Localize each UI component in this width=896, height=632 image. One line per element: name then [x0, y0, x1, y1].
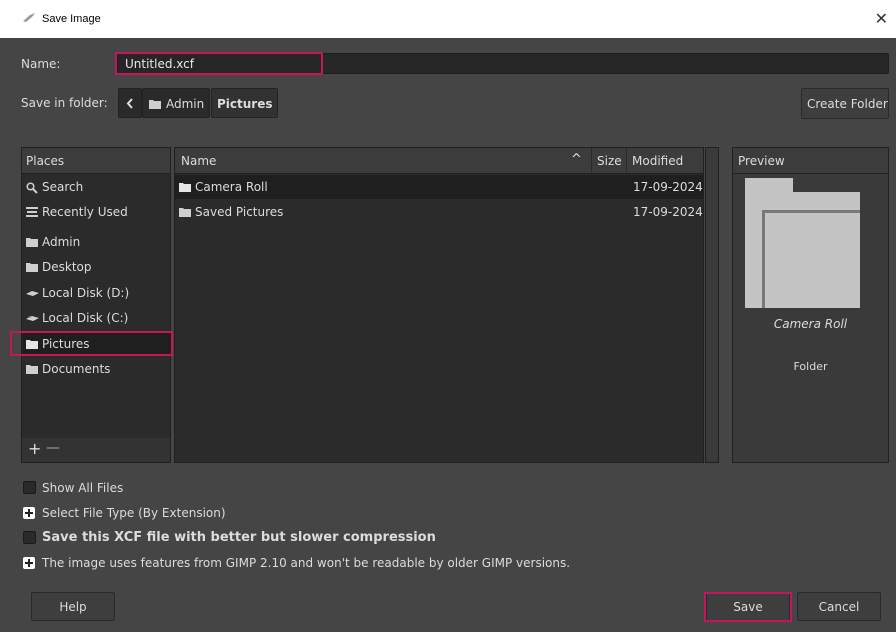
help-button[interactable]: Help [31, 592, 115, 621]
preview-header-label: Preview [738, 154, 785, 168]
folder-icon [179, 183, 191, 192]
compat-info-expander[interactable] [23, 557, 35, 569]
large-folder-icon [745, 178, 860, 308]
places-item-local-disk-c[interactable]: Local Disk (C:) [22, 306, 170, 330]
places-item-label: Local Disk (C:) [42, 311, 129, 325]
column-size[interactable]: Size [597, 154, 622, 168]
preview-type: Folder [793, 360, 828, 373]
places-item-label: Search [42, 180, 84, 194]
sort-ascending-icon[interactable]: ^ [571, 152, 582, 167]
crumb-admin-label: Admin [166, 97, 205, 111]
help-label: Help [59, 600, 87, 614]
folder-icon [149, 100, 161, 109]
folder-icon [26, 238, 38, 247]
filename-input[interactable]: Untitled.xcf [117, 53, 889, 74]
file-list-header: Name ^ Size Modified [175, 148, 703, 174]
crumb-admin[interactable]: Admin [142, 88, 210, 118]
add-bookmark-button[interactable]: + [28, 439, 41, 458]
file-name: Saved Pictures [195, 205, 284, 219]
select-file-type-expander[interactable] [23, 507, 35, 519]
places-item-admin[interactable]: Admin [22, 230, 170, 254]
gimp-icon [23, 13, 35, 22]
back-button[interactable] [118, 88, 142, 118]
preview-name: Camera Roll [773, 317, 848, 331]
folder-icon [26, 340, 38, 349]
folder-icon [26, 263, 38, 272]
column-separator [626, 148, 627, 174]
preview-panel: Preview Camera Roll Folder [732, 147, 889, 463]
file-row-saved-pictures[interactable]: Saved Pictures 17-09-2024 [175, 200, 703, 224]
column-name[interactable]: Name [181, 154, 216, 168]
places-item-label: Local Disk (D:) [42, 286, 130, 300]
plus-icon [25, 559, 33, 567]
compression-label: Save this XCF file with better but slowe… [42, 530, 436, 545]
show-all-files-label: Show All Files [42, 481, 124, 495]
close-icon[interactable]: ✕ [875, 9, 888, 28]
create-folder-button[interactable]: Create Folder [801, 88, 889, 119]
places-item-documents[interactable]: Documents [22, 357, 170, 381]
save-label: Save [733, 600, 763, 614]
title-bar: Save Image ✕ [0, 0, 896, 38]
places-item-label: Documents [42, 362, 111, 376]
column-separator [591, 148, 592, 174]
preview-header: Preview [733, 148, 888, 174]
places-item-label: Admin [42, 235, 81, 249]
drive-icon [26, 316, 39, 321]
plus-icon [25, 509, 33, 517]
places-footer: + — [22, 438, 170, 462]
recent-icon [26, 207, 38, 217]
file-list-scrollbar[interactable] [705, 147, 719, 463]
show-all-files-checkbox[interactable] [23, 481, 36, 494]
places-item-label: Desktop [42, 260, 92, 274]
places-item-search[interactable]: Search [22, 175, 170, 199]
places-item-local-disk-d[interactable]: Local Disk (D:) [22, 281, 170, 305]
search-icon [26, 182, 38, 194]
places-panel: Places Search Recently Used Admin Deskto… [21, 147, 171, 463]
places-header-label: Places [26, 154, 65, 168]
column-modified[interactable]: Modified [632, 154, 683, 168]
crumb-pictures-label: Pictures [217, 97, 273, 111]
cancel-button[interactable]: Cancel [797, 592, 881, 621]
file-row-camera-roll[interactable]: Camera Roll 17-09-2024 [175, 175, 703, 199]
crumb-pictures[interactable]: Pictures [211, 88, 278, 118]
file-modified: 17-09-2024 [633, 180, 703, 194]
chevron-left-icon [126, 98, 133, 109]
compat-note: The image uses features from GIMP 2.10 a… [42, 556, 571, 570]
places-item-pictures[interactable]: Pictures [22, 332, 170, 356]
save-in-folder-label: Save in folder: [21, 96, 108, 110]
places-header: Places [22, 148, 170, 174]
cancel-label: Cancel [818, 600, 860, 614]
select-file-type-label[interactable]: Select File Type (By Extension) [42, 506, 226, 520]
folder-icon [179, 208, 191, 217]
places-item-recently-used[interactable]: Recently Used [22, 200, 170, 224]
name-label: Name: [21, 57, 61, 71]
save-button[interactable]: Save [706, 592, 790, 621]
window-title: Save Image [42, 13, 101, 25]
compression-checkbox[interactable] [23, 531, 36, 544]
folder-icon [26, 365, 38, 374]
file-modified: 17-09-2024 [633, 205, 703, 219]
drive-icon [26, 291, 39, 296]
file-name: Camera Roll [195, 180, 268, 194]
filename-value: Untitled.xcf [125, 57, 194, 71]
remove-bookmark-button[interactable]: — [46, 440, 60, 456]
file-list: Name ^ Size Modified Camera Roll 17-09-2… [174, 147, 704, 463]
places-item-label: Recently Used [42, 205, 128, 219]
create-folder-label: Create Folder [807, 97, 888, 111]
places-item-desktop[interactable]: Desktop [22, 255, 170, 279]
places-item-label: Pictures [42, 337, 90, 351]
